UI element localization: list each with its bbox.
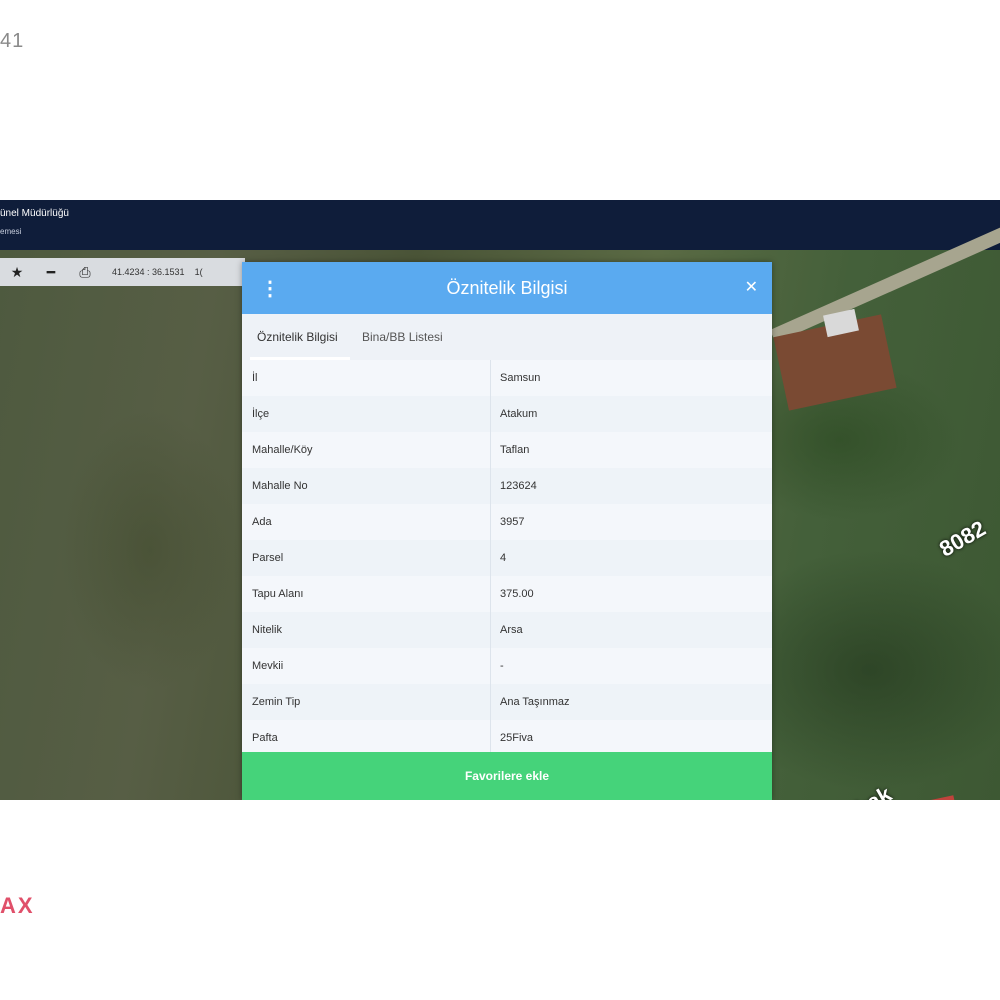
map-toolbar: ★ ━ ⎙ 41.4234 : 36.1531 1( — [0, 258, 245, 286]
row-value: 3957 — [500, 516, 525, 528]
dialog-header: ⋮ Öznitelik Bilgisi ✕ — [242, 262, 772, 314]
row-key: İl — [252, 372, 258, 384]
corner-text: 41 — [0, 30, 25, 52]
row-value: 4 — [500, 552, 507, 564]
add-to-favorites-button[interactable]: Favorilere ekle — [242, 752, 772, 800]
row-value: 25Fiva — [500, 732, 534, 744]
row-value: Arsa — [500, 624, 523, 636]
table-row: İlçe Atakum — [242, 396, 772, 433]
table-row: İl Samsun — [242, 360, 772, 397]
row-key: Mahalle No — [252, 480, 308, 492]
row-value: Ana Taşınmaz — [500, 696, 570, 708]
table-row: Parsel 4 — [242, 540, 772, 577]
row-key: İlçe — [252, 408, 270, 420]
row-value: 123624 — [500, 480, 537, 492]
row-value: - — [500, 660, 504, 672]
table-row: Mahalle No 123624 — [242, 468, 772, 505]
row-key: Mahalle/Köy — [252, 444, 313, 456]
street-label: 8082 — [935, 515, 990, 562]
map-building-red — [904, 795, 962, 800]
app-header: ünel Müdürlüğü emesi — [0, 200, 1000, 250]
row-value: Taflan — [500, 444, 530, 456]
header-subtitle: emesi — [0, 227, 22, 236]
table-row: Nitelik Arsa — [242, 612, 772, 649]
attribute-dialog: ⋮ Öznitelik Bilgisi ✕ Öznitelik Bilgisi … — [242, 262, 772, 800]
toolbar-extra: 1( — [194, 267, 203, 277]
dialog-tabs: Öznitelik Bilgisi Bina/BB Listesi — [242, 314, 772, 361]
street-label: 083 Sokak — [790, 781, 896, 800]
row-key: Nitelik — [252, 624, 282, 636]
attribute-table: İl Samsun İlçe Atakum Mahalle/Köy Taflan… — [242, 360, 772, 757]
dialog-title: Öznitelik Bilgisi — [446, 278, 568, 298]
print-icon[interactable]: ⎙ — [68, 264, 102, 281]
star-icon[interactable]: ★ — [0, 264, 34, 281]
row-key: Tapu Alanı — [252, 588, 304, 600]
table-row: Ada 3957 — [242, 504, 772, 541]
row-value: Samsun — [500, 372, 541, 384]
header-title: ünel Müdürlüğü — [0, 208, 69, 219]
app-window: ünel Müdürlüğü emesi 8082 083 Sokak ★ ━ … — [0, 200, 1000, 800]
row-key: Pafta — [252, 732, 278, 744]
table-row: Tapu Alanı 375.00 — [242, 576, 772, 613]
coordinate-readout: 41.4234 : 36.1531 — [112, 267, 185, 277]
tab-building-list[interactable]: Bina/BB Listesi — [362, 330, 443, 344]
close-icon[interactable]: ✕ — [745, 277, 758, 297]
table-row: Zemin Tip Ana Taşınmaz — [242, 684, 772, 721]
table-row: Mahalle/Köy Taflan — [242, 432, 772, 469]
row-key: Ada — [252, 516, 272, 528]
row-value: 375.00 — [500, 588, 534, 600]
row-value: Atakum — [500, 408, 538, 420]
tab-attribute-info[interactable]: Öznitelik Bilgisi — [257, 330, 338, 344]
table-row: Mevkii - — [242, 648, 772, 685]
row-key: Zemin Tip — [252, 696, 301, 708]
minus-icon[interactable]: ━ — [34, 264, 68, 281]
row-key: Mevkii — [252, 660, 284, 672]
brand-text: AX — [0, 893, 35, 918]
row-key: Parsel — [252, 552, 284, 564]
